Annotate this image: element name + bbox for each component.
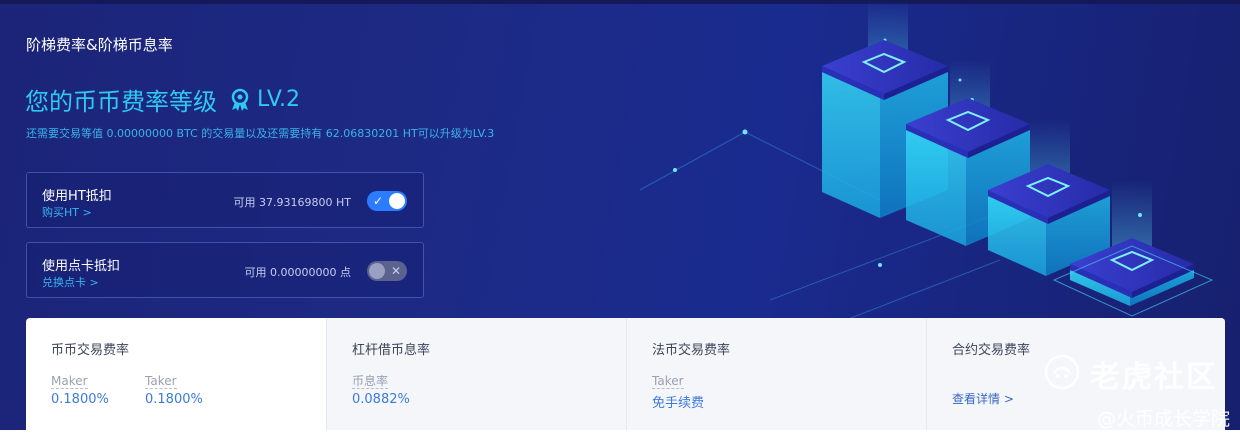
medal-icon — [229, 88, 251, 112]
point-card-deduction-card: 使用点卡抵扣 兑换点卡 > 可用 0.00000000 点 ✕ — [26, 242, 424, 298]
view-details-link[interactable]: 查看详情 > — [952, 390, 1014, 407]
maker-value: 0.1800% — [51, 392, 109, 407]
section-title: 阶梯费率&阶梯币息率 — [26, 36, 173, 54]
fee-level-title: 您的币币费率等级 — [25, 88, 217, 116]
interest-rate-value: 0.0882% — [352, 392, 410, 407]
point-deduction-title: 使用点卡抵扣 — [42, 259, 121, 274]
fiat-fee-column: 法币交易费率 Taker 免手续费 — [626, 318, 926, 445]
buy-ht-link[interactable]: 购买HT > — [42, 204, 92, 220]
upgrade-requirement-text: 还需要交易等值 0.00000000 BTC 的交易量以及还需要持有 62.06… — [26, 127, 495, 140]
fiat-taker-label: Taker — [652, 374, 684, 389]
spot-fee-title: 币币交易费率 — [51, 343, 130, 358]
margin-interest-title: 杠杆借币息率 — [352, 343, 431, 358]
bottom-strip — [0, 430, 1240, 445]
taker-value: 0.1800% — [145, 392, 203, 407]
ht-deduction-title: 使用HT抵扣 — [42, 189, 112, 204]
redeem-point-card-link[interactable]: 兑换点卡 > — [42, 274, 99, 290]
watermark: 老虎社区 — [1044, 352, 1218, 396]
toggle-knob — [389, 193, 405, 209]
watermark-subtext: @火币成长学院 — [1096, 408, 1230, 430]
watermark-text: 老虎社区 — [1090, 360, 1218, 395]
level-badge: LV.2 — [257, 87, 301, 112]
spot-fee-column: 币币交易费率 Maker 0.1800% Taker 0.1800% — [26, 318, 326, 445]
margin-interest-column: 杠杆借币息率 币息率 0.0882% — [326, 318, 626, 445]
fee-level-heading: 您的币币费率等级 LV.2 — [25, 82, 300, 117]
tiger-logo-icon — [1044, 354, 1080, 394]
check-icon: ✓ — [373, 194, 384, 208]
close-icon: ✕ — [390, 264, 401, 278]
ht-available-balance: 可用 37.93169800 HT — [233, 196, 351, 209]
taker-label: Taker — [145, 374, 177, 389]
hero-banner: 阶梯费率&阶梯币息率 您的币币费率等级 LV.2 还需要交易等值 0.00000… — [0, 0, 1240, 445]
interest-rate-label: 币息率 — [352, 374, 389, 389]
contract-fee-title: 合约交易费率 — [952, 343, 1031, 358]
toggle-knob — [369, 263, 385, 279]
ht-deduction-toggle[interactable]: ✓ — [367, 191, 407, 211]
fiat-fee-title: 法币交易费率 — [652, 343, 731, 358]
ht-deduction-card: 使用HT抵扣 购买HT > 可用 37.93169800 HT ✓ — [26, 172, 424, 228]
maker-label: Maker — [51, 374, 88, 389]
point-available-balance: 可用 0.00000000 点 — [244, 266, 351, 279]
point-deduction-toggle[interactable]: ✕ — [367, 261, 407, 281]
fiat-taker-value: 免手续费 — [652, 396, 705, 411]
